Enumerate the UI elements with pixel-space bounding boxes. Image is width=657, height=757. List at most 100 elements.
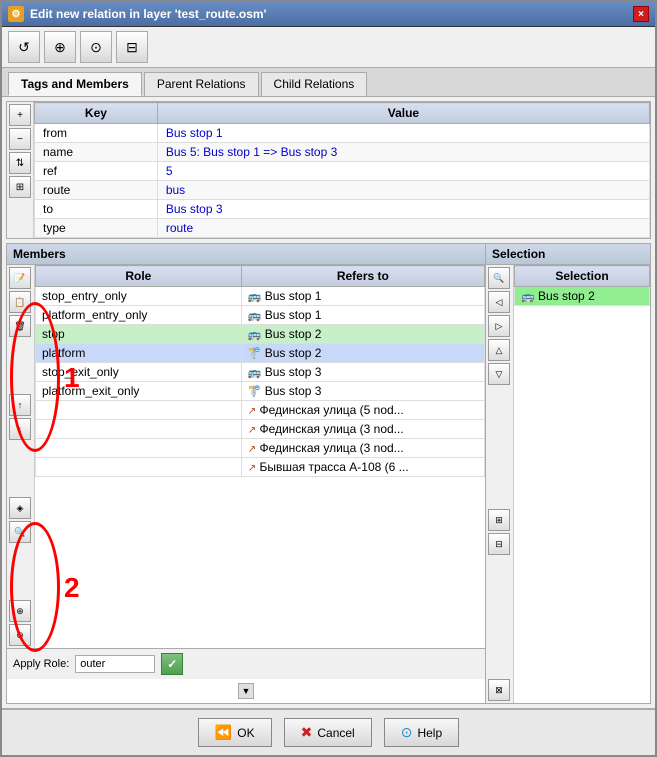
ok-button[interactable]: ⏪ OK: [198, 718, 272, 747]
member-down-button[interactable]: ↓: [9, 418, 31, 440]
close-button[interactable]: ×: [633, 6, 649, 22]
tab-tags-and-members[interactable]: Tags and Members: [8, 72, 142, 96]
cancel-button[interactable]: ✖ Cancel: [284, 718, 372, 747]
member-delete-button[interactable]: 🗑: [9, 315, 31, 337]
tags-sidebar: + − ⇅ ⊞: [7, 102, 34, 238]
member-refers: ↗ Фединская улица (5 nod...: [241, 401, 484, 420]
member-up-button[interactable]: ↑: [9, 394, 31, 416]
member-refers: 🚏 Bus stop 2: [241, 344, 484, 363]
member-refers: 🚏 Bus stop 3: [241, 382, 484, 401]
selection-table: Selection 🚌 Bus stop 2: [514, 265, 650, 306]
member-role: platform: [36, 344, 242, 363]
members-footer: Apply Role: ✓: [7, 648, 485, 679]
cancel-label: Cancel: [317, 726, 354, 740]
member-refers: ↗ Фединская улица (3 nod...: [241, 439, 484, 458]
table-row[interactable]: ↗ Фединская улица (3 nod...: [36, 439, 485, 458]
members-sidebar: 📝 📋 🗑 ↑ ↓ ◈ 🔍 ⊕ ⊖: [7, 265, 35, 648]
member-role: platform_entry_only: [36, 306, 242, 325]
add-tag-button[interactable]: +: [9, 104, 31, 126]
app-icon: ⚙: [8, 6, 24, 22]
table-row[interactable]: platform_entry_only🚌 Bus stop 1: [36, 306, 485, 325]
tag-key: to: [35, 200, 158, 219]
member-add-button[interactable]: ⊕: [9, 600, 31, 622]
table-row[interactable]: ↗ Фединская улица (5 nod...: [36, 401, 485, 420]
table-row[interactable]: stop_entry_only🚌 Bus stop 1: [36, 287, 485, 306]
sel-down-button[interactable]: ▽: [488, 363, 510, 385]
apply-role-check-button[interactable]: ✓: [161, 653, 183, 675]
tab-parent-relations[interactable]: Parent Relations: [144, 72, 259, 96]
member-refers: 🚌 Bus stop 1: [241, 306, 484, 325]
apply-role-label: Apply Role:: [13, 658, 69, 670]
col-selection-header: Selection: [515, 266, 650, 287]
table-row[interactable]: toBus stop 3: [35, 200, 650, 219]
tags-table: Key Value fromBus stop 1nameBus 5: Bus s…: [34, 102, 650, 238]
tab-child-relations[interactable]: Child Relations: [261, 72, 368, 96]
tag-value: Bus stop 3: [157, 200, 649, 219]
paste-tag-button[interactable]: ⊞: [9, 176, 31, 198]
undo-button[interactable]: ↺: [8, 31, 40, 63]
member-refers: ↗ Бывшая трасса А-108 (6 ...: [241, 458, 484, 477]
ok-icon: ⏪: [215, 724, 232, 741]
member-edit-button[interactable]: 📝: [9, 267, 31, 289]
sel-zoom-button[interactable]: 🔍: [488, 267, 510, 289]
delete-button[interactable]: ⊟: [116, 31, 148, 63]
expand-arrow[interactable]: ▼: [7, 679, 485, 703]
member-zoom-button[interactable]: 🔍: [9, 521, 31, 543]
col-key-header: Key: [35, 103, 158, 124]
help-icon: ⊙: [401, 724, 413, 741]
table-row[interactable]: platform_exit_only🚏 Bus stop 3: [36, 382, 485, 401]
sel-left-button[interactable]: ◁: [488, 291, 510, 313]
member-role: stop: [36, 325, 242, 344]
col-refers-header: Refers to: [241, 266, 484, 287]
member-remove-button[interactable]: ⊖: [9, 624, 31, 646]
bottom-bar: ⏪ OK ✖ Cancel ⊙ Help: [2, 708, 655, 755]
ok-label: OK: [237, 726, 254, 740]
member-select-button[interactable]: ◈: [9, 497, 31, 519]
member-role: platform_exit_only: [36, 382, 242, 401]
help-button[interactable]: ⊙ Help: [384, 718, 459, 747]
selection-sidebar: 🔍 ◁ ▷ △ ▽ ⊞ ⊟ ⊠: [486, 265, 514, 703]
member-role: stop_entry_only: [36, 287, 242, 306]
tag-key: name: [35, 143, 158, 162]
member-refers: ↗ Фединская улица (3 nod...: [241, 420, 484, 439]
tag-value: 5: [157, 162, 649, 181]
table-row[interactable]: ↗ Фединская улица (3 nod...: [36, 420, 485, 439]
tag-value: bus: [157, 181, 649, 200]
members-table: Role Refers to stop_entry_only🚌 Bus stop…: [35, 265, 485, 477]
table-row[interactable]: ↗ Бывшая трасса А-108 (6 ...: [36, 458, 485, 477]
table-row[interactable]: ref5: [35, 162, 650, 181]
selection-header: Selection: [486, 244, 650, 265]
col-role-header: Role: [36, 266, 242, 287]
table-row[interactable]: stop_exit_only🚌 Bus stop 3: [36, 363, 485, 382]
sel-right-button[interactable]: ▷: [488, 315, 510, 337]
members-header: Members: [7, 244, 485, 265]
member-role: [36, 420, 242, 439]
member-refers: 🚌 Bus stop 3: [241, 363, 484, 382]
sel-connect-button[interactable]: ⊞: [488, 509, 510, 531]
table-row[interactable]: typeroute: [35, 219, 650, 238]
member-role: [36, 401, 242, 420]
selection-section: Selection 🔍 ◁ ▷ △ ▽ ⊞ ⊟ ⊠: [486, 243, 651, 704]
members-section: Members 📝 📋 🗑 ↑ ↓ ◈ 🔍: [6, 243, 486, 704]
cancel-icon: ✖: [301, 724, 313, 741]
tag-key: type: [35, 219, 158, 238]
table-row[interactable]: nameBus 5: Bus stop 1 => Bus stop 3: [35, 143, 650, 162]
table-row[interactable]: 🚌 Bus stop 2: [515, 287, 650, 306]
sort-tag-button[interactable]: ⇅: [9, 152, 31, 174]
apply-role-input[interactable]: [75, 655, 155, 673]
remove-tag-button[interactable]: −: [9, 128, 31, 150]
sel-up-button[interactable]: △: [488, 339, 510, 361]
table-row[interactable]: platform🚏 Bus stop 2: [36, 344, 485, 363]
sel-connect2-button[interactable]: ⊟: [488, 533, 510, 555]
sel-action-button[interactable]: ⊠: [488, 679, 510, 701]
member-refers: 🚌 Bus stop 1: [241, 287, 484, 306]
select-button[interactable]: ⊕: [44, 31, 76, 63]
window-title: Edit new relation in layer 'test_route.o…: [30, 7, 266, 21]
member-copy-button[interactable]: 📋: [9, 291, 31, 313]
table-row[interactable]: fromBus stop 1: [35, 124, 650, 143]
table-row[interactable]: stop🚌 Bus stop 2: [36, 325, 485, 344]
member-refers: 🚌 Bus stop 2: [241, 325, 484, 344]
table-row[interactable]: routebus: [35, 181, 650, 200]
zoom-button[interactable]: ⊙: [80, 31, 112, 63]
help-label: Help: [417, 726, 442, 740]
